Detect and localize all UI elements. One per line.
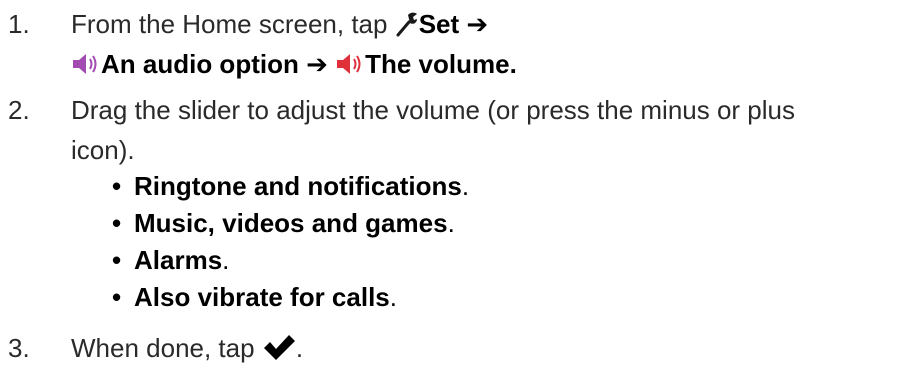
step-number: 1. xyxy=(8,9,30,39)
bullet-label: Ringtone and notifications. xyxy=(134,171,470,201)
step-2-text: Drag the slider to adjust the volume (or… xyxy=(71,90,922,170)
wrench-icon xyxy=(395,8,419,48)
period: . xyxy=(295,333,304,363)
set-label: Set xyxy=(418,9,460,39)
step-1-line-2: An audio option ➔ The volume. xyxy=(71,44,922,84)
list-item: • Music, videos and games. xyxy=(0,205,922,242)
step-number: 3. xyxy=(8,333,30,363)
bullet-icon: • xyxy=(112,282,122,312)
step-2-line-1: Drag the slider to adjust the volume (or… xyxy=(71,95,796,125)
speaker-icon xyxy=(71,48,101,88)
checkmark-icon xyxy=(262,332,296,372)
bullet-label: Also vibrate for calls. xyxy=(134,282,397,312)
step-1-text: From the Home screen, tap Set ➔ An audio… xyxy=(71,4,922,84)
bullet-icon: • xyxy=(112,171,122,201)
instruction-list: 1. From the Home screen, tap Set ➔ An au… xyxy=(0,0,922,386)
step-3-text: When done, tap . xyxy=(71,328,922,368)
bullet-icon: • xyxy=(112,245,122,275)
arrow-icon: ➔ xyxy=(466,9,489,39)
bullet-label: Alarms. xyxy=(134,245,230,275)
bullet-label: Music, videos and games. xyxy=(134,208,455,238)
step-3-line-1: When done, tap . xyxy=(71,328,922,368)
audio-option-label: An audio option xyxy=(101,49,299,79)
step-number: 2. xyxy=(8,95,30,125)
step-1-prefix: From the Home screen, tap xyxy=(71,9,395,39)
speaker-icon xyxy=(335,48,365,88)
volume-label: The volume xyxy=(365,49,510,79)
list-item: • Ringtone and notifications. xyxy=(0,168,922,205)
list-item: • Also vibrate for calls. xyxy=(0,279,922,316)
arrow-icon: ➔ xyxy=(306,49,328,79)
period: . xyxy=(509,49,517,79)
step-1-line-1: From the Home screen, tap Set ➔ xyxy=(71,4,922,44)
bullet-icon: • xyxy=(112,208,122,238)
step-2-line-2: icon). xyxy=(71,135,135,165)
list-item: • Alarms. xyxy=(0,242,922,279)
step-3-prefix: When done, tap xyxy=(71,333,262,363)
